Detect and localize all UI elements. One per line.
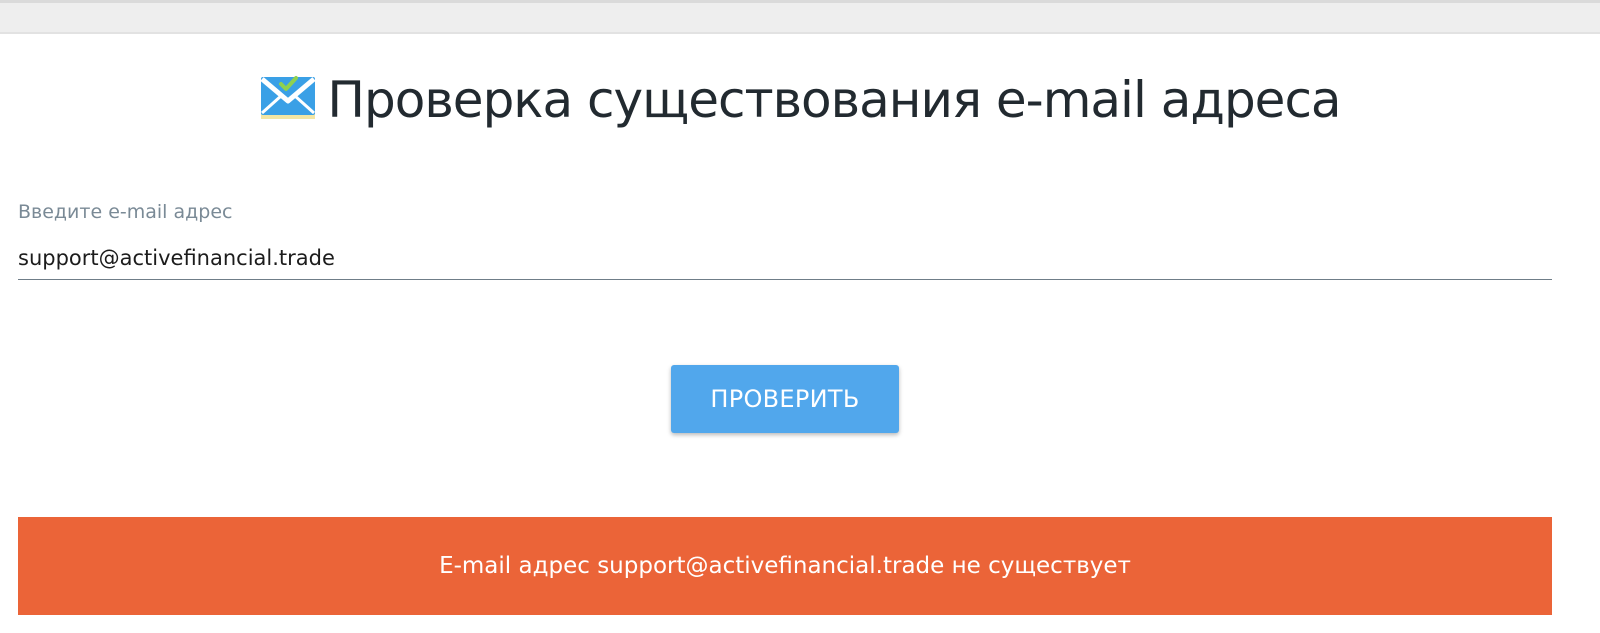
browser-top-bar bbox=[0, 0, 1600, 34]
envelope-check-icon bbox=[260, 76, 317, 119]
email-field-group: Введите e-mail адрес bbox=[18, 198, 1552, 280]
page-header: Проверка существования e-mail адреса bbox=[0, 60, 1600, 140]
email-input[interactable] bbox=[18, 236, 1552, 280]
email-field-label: Введите e-mail адрес bbox=[18, 201, 233, 223]
result-message: E-mail адрес support@activefinancial.tra… bbox=[439, 553, 1131, 579]
page-title: Проверка существования e-mail адреса bbox=[327, 71, 1341, 129]
check-button[interactable]: ПРОВЕРИТЬ bbox=[671, 365, 899, 433]
result-banner: E-mail адрес support@activefinancial.tra… bbox=[18, 517, 1552, 615]
